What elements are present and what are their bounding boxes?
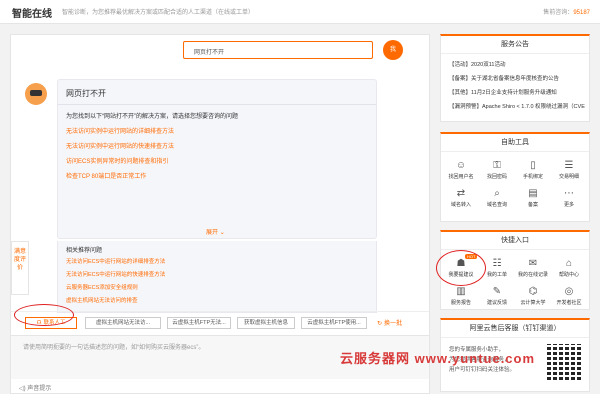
entry-service-report[interactable]: ▥ 服务报告: [443, 286, 479, 306]
entry-cloud-university[interactable]: ⌬ 云计算大学: [515, 286, 551, 306]
answer-link[interactable]: 无法访问实例中运行网站的详细排查方法: [66, 126, 174, 135]
chat-window: 网页打不开 我 网页打不开 为您找到以下“网站打不开”的解决方案，请选择您想要咨…: [10, 34, 430, 394]
chat-icon: ✉: [528, 258, 538, 269]
top-header: 智能在线 智能诊断，为您推荐最优解决方案或匹配合适的人工渠道（在线或工单） 售前…: [0, 0, 600, 24]
entry-help-center[interactable]: ⌂ 帮助中心: [551, 258, 587, 278]
service-announcements: 服务公告 【活动】2020双11活动 【备案】关于湖北省备案信息年度核查的公告 …: [440, 34, 590, 122]
section-title: 阿里云售后客服（钉钉渠道）: [441, 320, 589, 338]
tool-transactions[interactable]: ☰ 交易明细: [551, 160, 587, 180]
announcement-item[interactable]: 【其他】11月2日企业支持计划服务升级通知: [449, 88, 557, 96]
entry-feedback[interactable]: ✎ 建议反馈: [479, 286, 515, 306]
user-message-bubble: 网页打不开: [183, 41, 373, 59]
tool-find-username[interactable]: ☺ 找回用户名: [443, 160, 479, 180]
answer-title: 网页打不开: [66, 89, 106, 98]
header-tagline: 智能诊断，为您推荐最优解决方案或匹配合适的人工渠道（在线或工单）: [62, 10, 255, 16]
expand-button[interactable]: 展开 ⌄: [206, 227, 225, 236]
brand-title: 智能在线: [12, 9, 52, 20]
school-icon: ⌬: [528, 286, 538, 297]
lock-icon: ⚿: [493, 160, 501, 171]
service-desc-line: 用户可钉钉扫码关注体验。: [449, 367, 516, 373]
tool-phone-binding[interactable]: ▯ 手机绑定: [515, 160, 551, 180]
entry-chat-records[interactable]: ✉ 我的在线记录: [515, 258, 551, 278]
tool-domain-lookup[interactable]: ⌕ 域名查询: [479, 188, 515, 208]
quick-reply-button[interactable]: 获取虚拟主机信息: [237, 317, 295, 329]
announcement-item[interactable]: 【活动】2020双11活动: [449, 60, 505, 68]
tool-more[interactable]: ⋯ 更多: [551, 188, 587, 208]
related-link[interactable]: 无法访问ECS中运行网站的详细排查方法: [66, 257, 165, 265]
list-icon: ☰: [564, 160, 574, 171]
answer-intro: 为您找到以下“网站打不开”的解决方案，请选择您想要咨询的问题: [66, 114, 238, 120]
user-icon: ☺: [455, 160, 467, 171]
quick-reply-button[interactable]: 云虚拟主机FTP使用...: [301, 317, 367, 329]
tool-icp-filing[interactable]: ▤ 备案: [515, 188, 551, 208]
site-watermark: 云服务器网 www.yuntue.com: [340, 351, 536, 366]
answer-link[interactable]: 无法访问实例中运行网站的快速排查方法: [66, 141, 174, 150]
doc-icon: ▤: [528, 188, 538, 199]
announcement-item[interactable]: 【备案】关于湖北省备案信息年度核查的公告: [449, 74, 559, 82]
user-avatar: 我: [383, 40, 403, 60]
community-icon: ◎: [564, 286, 574, 297]
section-title: 自助工具: [441, 134, 589, 152]
related-link[interactable]: 云服务器ECS添加安全组规则: [66, 283, 138, 291]
presale-hotline: 售前咨询：95187: [543, 10, 590, 16]
related-link[interactable]: 虚拟主机网站无法访问的排查: [66, 296, 138, 304]
tool-domain-transfer[interactable]: ⇄ 域名转入: [443, 188, 479, 208]
quick-reply-button[interactable]: 虚拟主机网站无法访...: [85, 317, 161, 329]
related-title: 相关推荐问题: [66, 248, 103, 254]
transfer-icon: ⇄: [456, 188, 466, 199]
related-questions: 相关推荐问题 无法访问ECS中运行网站的详细排查方法 无法访问ECS中运行网站的…: [57, 241, 377, 313]
answer-link[interactable]: 检查TCP 80端口是否正常工作: [66, 171, 146, 180]
feedback-icon: ✎: [492, 286, 502, 297]
related-link[interactable]: 无法访问ECS中运行网站的快速排查方法: [66, 270, 165, 278]
annotation-circle: [14, 304, 74, 326]
entry-dev-community[interactable]: ◎ 开发者社区: [551, 286, 587, 306]
help-icon: ⌂: [565, 258, 573, 269]
ticket-icon: ☷: [492, 258, 502, 269]
tool-find-password[interactable]: ⚿ 找回密码: [479, 160, 515, 180]
search-icon: ⌕: [494, 188, 500, 199]
input-placeholder: 请使用简明扼要的一句话描述您的问题，如“如何购买云服务器ecs”。: [23, 345, 205, 351]
speaker-icon: ◁): [19, 386, 26, 392]
chart-icon: ▥: [456, 286, 466, 297]
quick-reply-button[interactable]: 云虚拟主机FTP无法...: [167, 317, 231, 329]
refresh-icon: ↻: [377, 321, 383, 327]
self-service-tools: 自助工具 ☺ 找回用户名 ⚿ 找回密码 ▯ 手机绑定 ☰ 交易明细 ⇄ 域名转入 ⌕ 域名查…: [440, 132, 590, 222]
phone-icon: ▯: [530, 160, 536, 171]
sound-toggle[interactable]: ◁) 声音提示: [19, 383, 51, 392]
answer-link[interactable]: 访问ECS实例异常时的问题排查和指引: [66, 156, 168, 165]
feedback-tab[interactable]: 满意度评价: [11, 241, 29, 295]
refresh-button[interactable]: ↻ 换一批: [377, 318, 402, 327]
bot-answer-card: 网页打不开 为您找到以下“网站打不开”的解决方案，请选择您想要咨询的问题 无法访…: [57, 79, 377, 239]
section-title: 服务公告: [441, 36, 589, 54]
more-icon: ⋯: [564, 188, 574, 199]
bot-avatar: [25, 83, 47, 105]
annotation-circle: [436, 250, 486, 286]
section-title: 快捷入口: [441, 232, 589, 250]
chevron-down-icon: ⌄: [219, 230, 225, 236]
announcement-item[interactable]: 【漏洞预警】Apache Shiro < 1.7.0 权限绕过漏洞（CVE...: [449, 102, 585, 110]
